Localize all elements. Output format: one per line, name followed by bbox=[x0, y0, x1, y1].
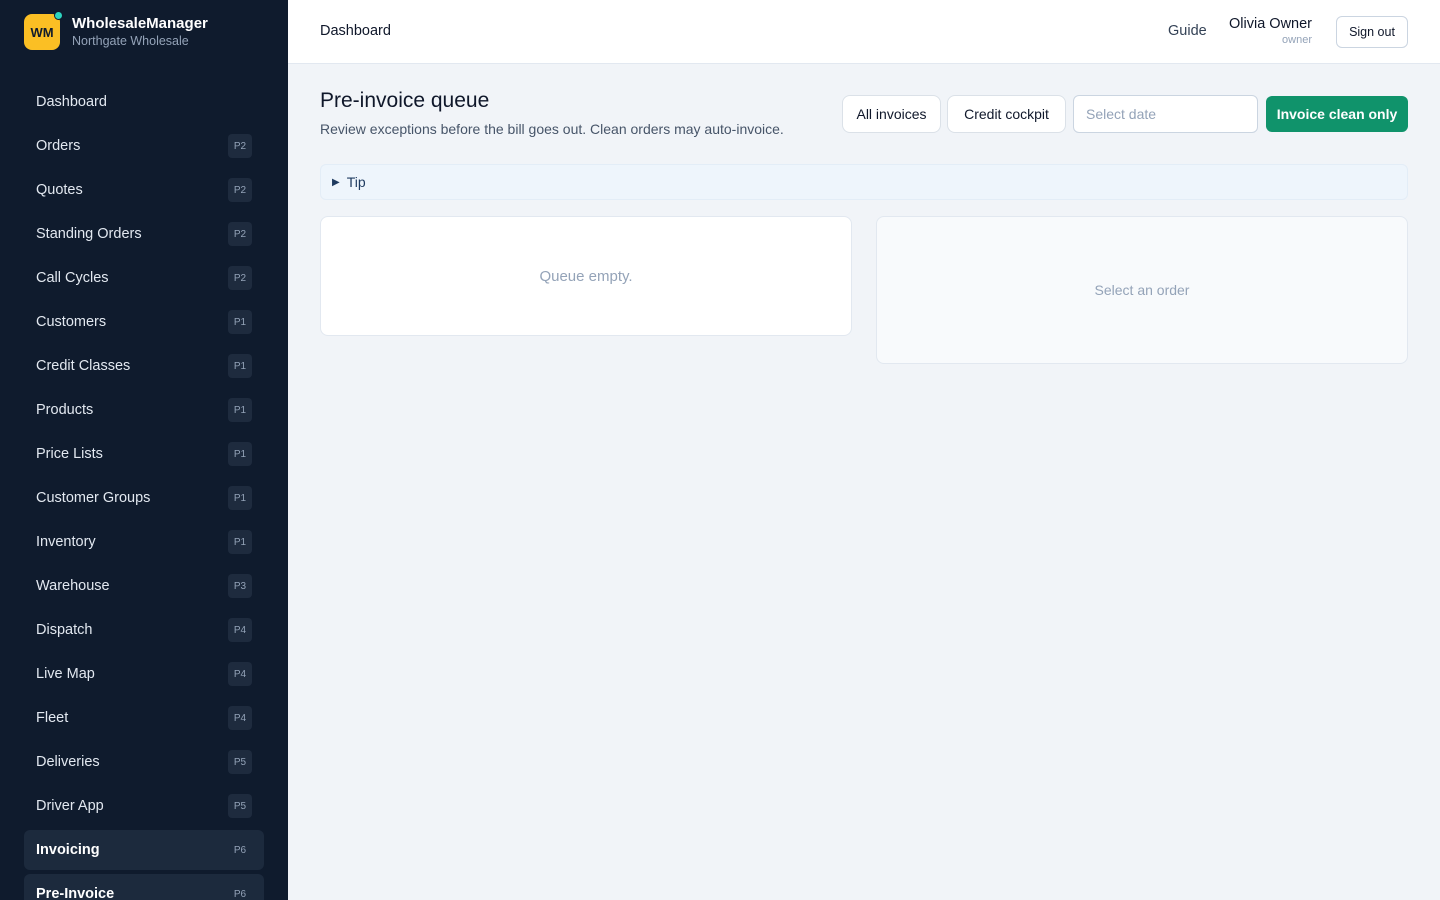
sidebar-item-invoicing[interactable]: Invoicing P6 bbox=[24, 830, 264, 870]
phase-badge: P2 bbox=[228, 134, 252, 158]
phase-badge: P2 bbox=[228, 222, 252, 246]
sidebar-item-pre-invoice[interactable]: Pre-Invoice P6 bbox=[24, 874, 264, 900]
sidebar-item-label: Customers bbox=[36, 314, 107, 330]
phase-badge: P1 bbox=[228, 442, 252, 466]
phase-badge: P1 bbox=[228, 530, 252, 554]
phase-badge: P2 bbox=[228, 178, 252, 202]
tip-disclosure[interactable]: ▶ Tip bbox=[320, 164, 1408, 200]
queue-empty-message: Queue empty. bbox=[539, 267, 633, 285]
phase-badge: P1 bbox=[228, 310, 252, 334]
phase-badge: P6 bbox=[233, 844, 247, 856]
phase-badge: P1 bbox=[228, 486, 252, 510]
sidebar-nav: Dashboard Orders P2 Quotes P2 Standing O… bbox=[24, 82, 264, 900]
sidebar-item-deliveries[interactable]: Deliveries P5 bbox=[24, 742, 264, 782]
order-detail-panel: Select an order bbox=[876, 216, 1408, 364]
status-dot-icon bbox=[54, 11, 63, 20]
sign-out-button[interactable]: Sign out bbox=[1336, 16, 1408, 48]
sidebar-item-standing-orders[interactable]: Standing Orders P2 bbox=[24, 214, 264, 254]
sidebar-item-label: Driver App bbox=[36, 798, 104, 814]
sidebar-item-price-lists[interactable]: Price Lists P1 bbox=[24, 434, 264, 474]
phase-badge: P4 bbox=[228, 662, 252, 686]
sidebar-item-label: Inventory bbox=[36, 534, 96, 550]
app-logo: WM bbox=[24, 11, 63, 50]
sidebar-item-inventory[interactable]: Inventory P1 bbox=[24, 522, 264, 562]
sidebar-item-dashboard[interactable]: Dashboard bbox=[24, 82, 264, 122]
phase-badge: P4 bbox=[228, 618, 252, 642]
user-role: owner bbox=[1282, 34, 1312, 46]
triangle-right-icon: ▶ bbox=[332, 176, 340, 188]
sidebar-item-label: Quotes bbox=[36, 182, 83, 198]
breadcrumb[interactable]: Dashboard bbox=[320, 23, 391, 39]
sidebar-item-label: Call Cycles bbox=[36, 270, 109, 286]
organization-name: Northgate Wholesale bbox=[72, 34, 189, 48]
guide-link[interactable]: Guide bbox=[1168, 23, 1207, 39]
sidebar-item-label: Customer Groups bbox=[36, 490, 151, 506]
phase-badge: P5 bbox=[228, 750, 252, 774]
sidebar-item-label: Price Lists bbox=[36, 446, 103, 462]
page-title: Pre-invoice queue bbox=[320, 89, 490, 112]
sidebar-item-driver-app[interactable]: Driver App P5 bbox=[24, 786, 264, 826]
sidebar-item-products[interactable]: Products P1 bbox=[24, 390, 264, 430]
sidebar-item-label: Products bbox=[36, 402, 94, 418]
invoice-clean-only-button[interactable]: Invoice clean only bbox=[1266, 96, 1408, 132]
phase-badge: P1 bbox=[228, 398, 252, 422]
phase-badge: P6 bbox=[233, 888, 247, 900]
top-bar: Dashboard Guide Olivia Owner owner Sign … bbox=[288, 0, 1440, 64]
sidebar-item-quotes[interactable]: Quotes P2 bbox=[24, 170, 264, 210]
sidebar-item-label: Warehouse bbox=[36, 578, 110, 594]
sidebar-item-label: Pre-Invoice bbox=[36, 886, 115, 900]
all-invoices-button[interactable]: All invoices bbox=[842, 95, 941, 133]
date-picker-input[interactable] bbox=[1073, 95, 1258, 133]
sidebar-item-label: Live Map bbox=[36, 666, 95, 682]
credit-cockpit-button[interactable]: Credit cockpit bbox=[947, 95, 1066, 133]
phase-badge: P1 bbox=[228, 354, 252, 378]
sidebar-item-label: Deliveries bbox=[36, 754, 100, 770]
user-name: Olivia Owner bbox=[1229, 16, 1312, 32]
phase-badge: P5 bbox=[228, 794, 252, 818]
phase-badge: P4 bbox=[228, 706, 252, 730]
tip-label: Tip bbox=[346, 174, 366, 190]
sidebar-item-call-cycles[interactable]: Call Cycles P2 bbox=[24, 258, 264, 298]
sidebar-item-orders[interactable]: Orders P2 bbox=[24, 126, 264, 166]
sidebar-item-label: Dashboard bbox=[36, 94, 107, 110]
sidebar-item-credit-classes[interactable]: Credit Classes P1 bbox=[24, 346, 264, 386]
logo-text: WM bbox=[30, 24, 54, 40]
phase-badge: P2 bbox=[228, 266, 252, 290]
app-name: WholesaleManager bbox=[72, 15, 208, 32]
sidebar-item-label: Credit Classes bbox=[36, 358, 131, 374]
sidebar-item-label: Standing Orders bbox=[36, 226, 142, 242]
sidebar-item-live-map[interactable]: Live Map P4 bbox=[24, 654, 264, 694]
sidebar-item-customers[interactable]: Customers P1 bbox=[24, 302, 264, 342]
sidebar-item-fleet[interactable]: Fleet P4 bbox=[24, 698, 264, 738]
sidebar-item-dispatch[interactable]: Dispatch P4 bbox=[24, 610, 264, 650]
sidebar-item-label: Orders bbox=[36, 138, 81, 154]
queue-panel: Queue empty. bbox=[320, 216, 852, 336]
page-subtitle: Review exceptions before the bill goes o… bbox=[320, 121, 784, 137]
detail-empty-message: Select an order bbox=[1094, 282, 1190, 298]
phase-badge: P3 bbox=[228, 574, 252, 598]
sidebar-item-warehouse[interactable]: Warehouse P3 bbox=[24, 566, 264, 606]
sidebar: WM WholesaleManager Northgate Wholesale … bbox=[0, 0, 288, 900]
sidebar-item-label: Dispatch bbox=[36, 622, 93, 638]
brand-text: WholesaleManager Northgate Wholesale bbox=[72, 14, 208, 50]
brand[interactable]: WM WholesaleManager Northgate Wholesale bbox=[24, 11, 208, 50]
sidebar-item-customer-groups[interactable]: Customer Groups P1 bbox=[24, 478, 264, 518]
user-info: Olivia Owner owner bbox=[1229, 15, 1312, 47]
sidebar-item-label: Fleet bbox=[36, 710, 69, 726]
sidebar-item-label: Invoicing bbox=[36, 842, 100, 858]
